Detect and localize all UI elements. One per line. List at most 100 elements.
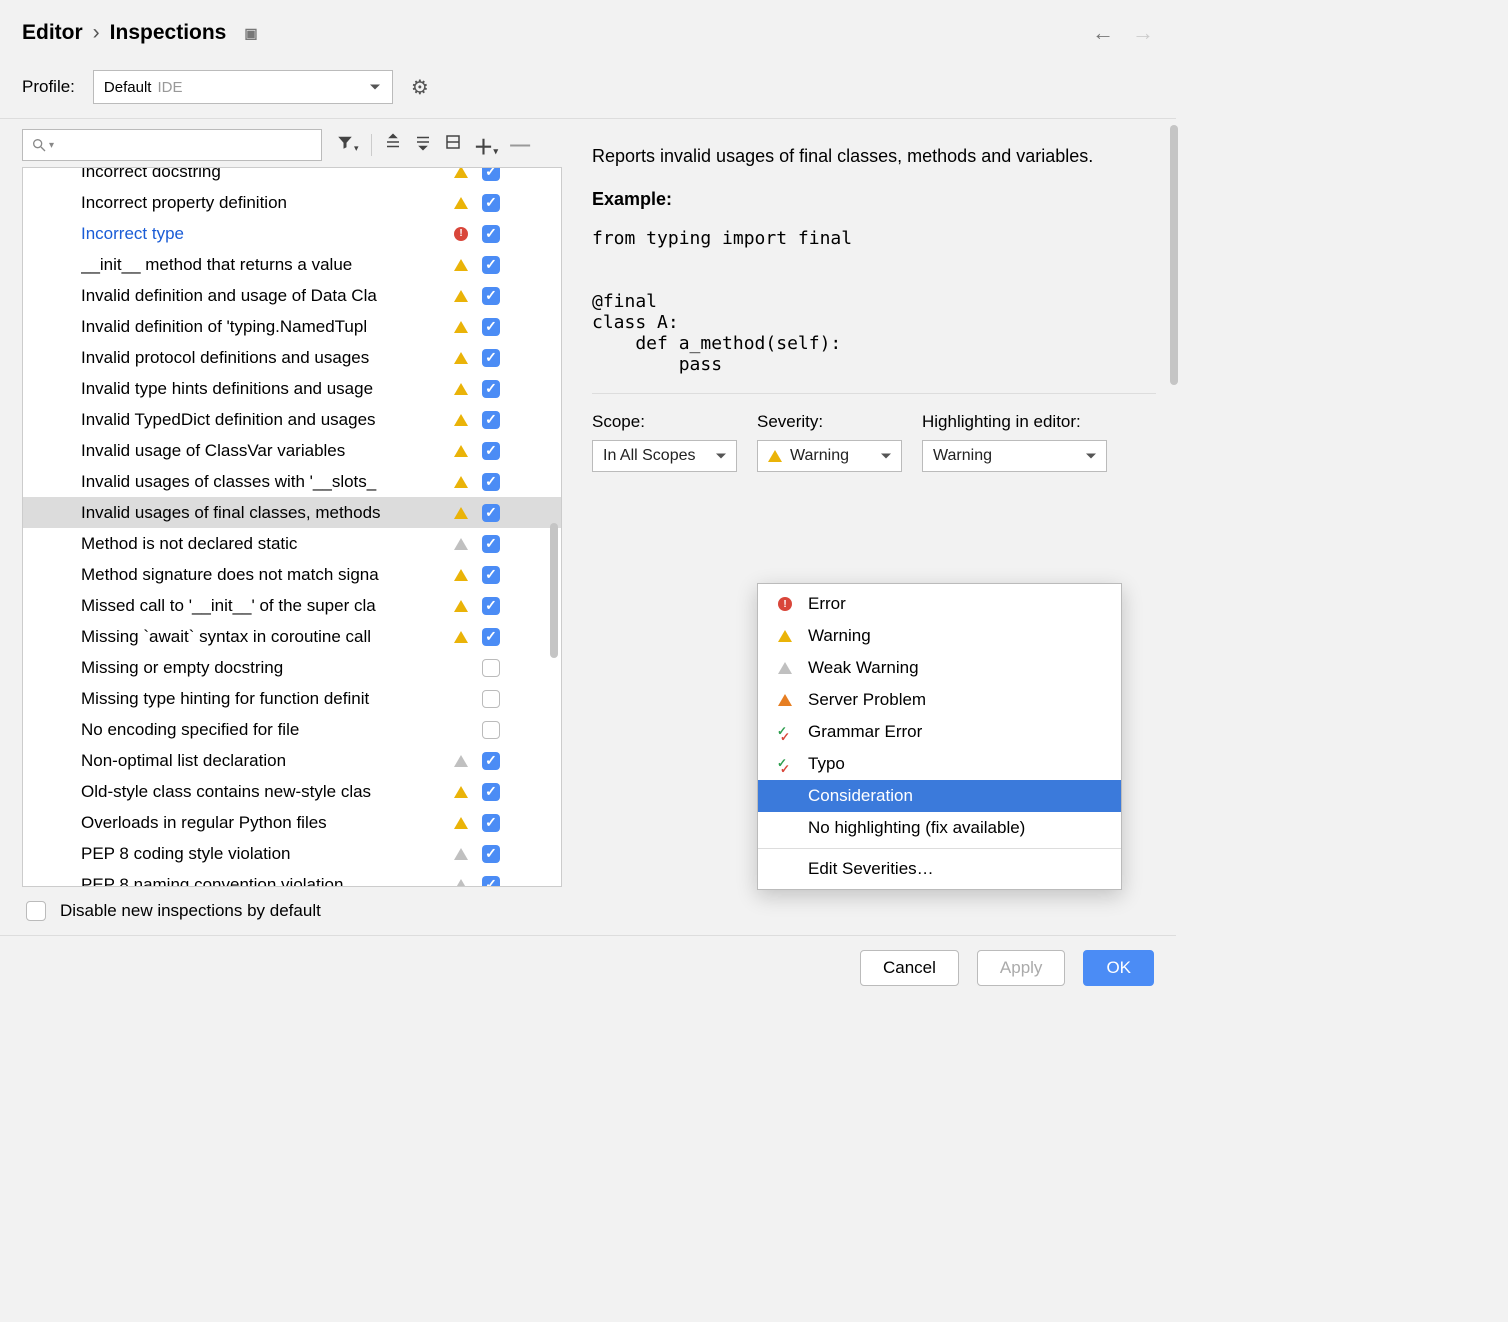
- breadcrumb-inspections[interactable]: Inspections: [110, 21, 227, 45]
- inspection-checkbox[interactable]: [482, 225, 500, 243]
- highlight-select[interactable]: Warning: [922, 440, 1107, 472]
- scrollbar[interactable]: [550, 523, 558, 658]
- warning-icon: [454, 600, 468, 612]
- breadcrumb[interactable]: Editor › Inspections ▣: [22, 21, 258, 45]
- inspection-checkbox[interactable]: [482, 783, 500, 801]
- tree-row[interactable]: Incorrect type: [23, 218, 561, 249]
- profile-tag: IDE: [157, 79, 182, 96]
- inspection-label: Non-optimal list declaration: [81, 751, 446, 771]
- popup-item[interactable]: Grammar Error: [758, 716, 1121, 748]
- cancel-button[interactable]: Cancel: [860, 950, 959, 986]
- tree-row[interactable]: Invalid definition and usage of Data Cla: [23, 280, 561, 311]
- inspection-checkbox[interactable]: [482, 659, 500, 677]
- expand-all-icon[interactable]: [384, 133, 402, 157]
- tree-row[interactable]: __init__ method that returns a value: [23, 249, 561, 280]
- ok-button[interactable]: OK: [1083, 950, 1154, 986]
- popup-item-label: Grammar Error: [808, 722, 922, 742]
- tree-row[interactable]: Missing or empty docstring: [23, 652, 561, 683]
- tree-row[interactable]: PEP 8 naming convention violation: [23, 869, 561, 887]
- breadcrumb-editor[interactable]: Editor: [22, 21, 83, 45]
- show-separate-icon[interactable]: ▣: [244, 25, 257, 42]
- tree-row[interactable]: Method is not declared static: [23, 528, 561, 559]
- collapse-all-icon[interactable]: [414, 133, 432, 157]
- popup-item[interactable]: Weak Warning: [758, 652, 1121, 684]
- inspection-checkbox[interactable]: [482, 876, 500, 888]
- tree-row[interactable]: Invalid definition of 'typing.NamedTupl: [23, 311, 561, 342]
- severity-select[interactable]: Warning: [757, 440, 902, 472]
- filter-icon[interactable]: ▾: [336, 133, 359, 157]
- popup-item[interactable]: Warning: [758, 620, 1121, 652]
- reset-icon[interactable]: [444, 133, 462, 157]
- inspection-label: Incorrect property definition: [81, 193, 446, 213]
- popup-item[interactable]: Server Problem: [758, 684, 1121, 716]
- inspection-checkbox[interactable]: [482, 690, 500, 708]
- tree-row[interactable]: Missing type hinting for function defini…: [23, 683, 561, 714]
- warning-icon: [778, 630, 792, 642]
- tree-row[interactable]: Missed call to '__init__' of the super c…: [23, 590, 561, 621]
- warning-icon: [454, 259, 468, 271]
- edit-severities[interactable]: Edit Severities…: [758, 853, 1121, 885]
- popup-item[interactable]: Consideration: [758, 780, 1121, 812]
- inspection-checkbox[interactable]: [482, 721, 500, 739]
- inspection-checkbox[interactable]: [482, 256, 500, 274]
- tree-row[interactable]: Invalid usages of final classes, methods: [23, 497, 561, 528]
- search-input[interactable]: ▾: [22, 129, 322, 161]
- inspection-checkbox[interactable]: [482, 814, 500, 832]
- inspection-checkbox[interactable]: [482, 597, 500, 615]
- profile-label: Profile:: [22, 77, 75, 97]
- popup-item[interactable]: No highlighting (fix available): [758, 812, 1121, 844]
- tree-row[interactable]: Invalid TypedDict definition and usages: [23, 404, 561, 435]
- inspection-label: Missing type hinting for function defini…: [81, 689, 446, 709]
- tree-row[interactable]: Overloads in regular Python files: [23, 807, 561, 838]
- inspection-checkbox[interactable]: [482, 349, 500, 367]
- inspections-tree[interactable]: Incorrect docstring Incorrect property de…: [22, 167, 562, 887]
- tree-row[interactable]: PEP 8 coding style violation: [23, 838, 561, 869]
- inspection-checkbox[interactable]: [482, 845, 500, 863]
- tree-row[interactable]: Non-optimal list declaration: [23, 745, 561, 776]
- disable-checkbox[interactable]: [26, 901, 46, 921]
- gear-icon[interactable]: ⚙: [411, 75, 429, 100]
- warning-icon: [454, 445, 468, 457]
- warning-icon: [454, 321, 468, 333]
- profile-select[interactable]: Default IDE: [93, 70, 393, 104]
- add-icon[interactable]: ＋▾: [474, 131, 499, 160]
- inspection-checkbox[interactable]: [482, 473, 500, 491]
- inspection-checkbox[interactable]: [482, 752, 500, 770]
- inspection-label: Missing or empty docstring: [81, 658, 446, 678]
- tree-row[interactable]: Invalid protocol definitions and usages: [23, 342, 561, 373]
- tree-row[interactable]: Incorrect property definition: [23, 187, 561, 218]
- inspection-checkbox[interactable]: [482, 504, 500, 522]
- severity-popup[interactable]: ErrorWarningWeak WarningServer Problem Gr…: [757, 583, 1122, 890]
- detail-scrollbar[interactable]: [1170, 125, 1178, 385]
- disable-row[interactable]: Disable new inspections by default: [22, 887, 562, 935]
- popup-item[interactable]: Typo: [758, 748, 1121, 780]
- inspection-checkbox[interactable]: [482, 380, 500, 398]
- inspection-label: Overloads in regular Python files: [81, 813, 446, 833]
- scope-select[interactable]: In All Scopes: [592, 440, 737, 472]
- tree-row[interactable]: Old-style class contains new-style clas: [23, 776, 561, 807]
- inspection-label: Invalid protocol definitions and usages: [81, 348, 446, 368]
- warning-icon: [454, 476, 468, 488]
- inspection-checkbox[interactable]: [482, 566, 500, 584]
- tree-row[interactable]: Incorrect docstring: [23, 167, 561, 187]
- apply-button[interactable]: Apply: [977, 950, 1066, 986]
- tree-row[interactable]: Method signature does not match signa: [23, 559, 561, 590]
- inspection-checkbox[interactable]: [482, 628, 500, 646]
- tree-row[interactable]: Invalid type hints definitions and usage: [23, 373, 561, 404]
- remove-icon[interactable]: —: [510, 134, 530, 157]
- back-arrow-icon[interactable]: ←: [1092, 20, 1114, 46]
- search-drop-icon[interactable]: ▾: [49, 140, 54, 151]
- inspection-checkbox[interactable]: [482, 287, 500, 305]
- tree-row[interactable]: Invalid usages of classes with '__slots_: [23, 466, 561, 497]
- inspection-checkbox[interactable]: [482, 167, 500, 181]
- inspection-checkbox[interactable]: [482, 442, 500, 460]
- inspection-checkbox[interactable]: [482, 535, 500, 553]
- inspection-checkbox[interactable]: [482, 411, 500, 429]
- inspection-checkbox[interactable]: [482, 194, 500, 212]
- tree-row[interactable]: Invalid usage of ClassVar variables: [23, 435, 561, 466]
- inspection-label: Method is not declared static: [81, 534, 446, 554]
- inspection-checkbox[interactable]: [482, 318, 500, 336]
- popup-item[interactable]: Error: [758, 588, 1121, 620]
- tree-row[interactable]: Missing `await` syntax in coroutine call: [23, 621, 561, 652]
- tree-row[interactable]: No encoding specified for file: [23, 714, 561, 745]
